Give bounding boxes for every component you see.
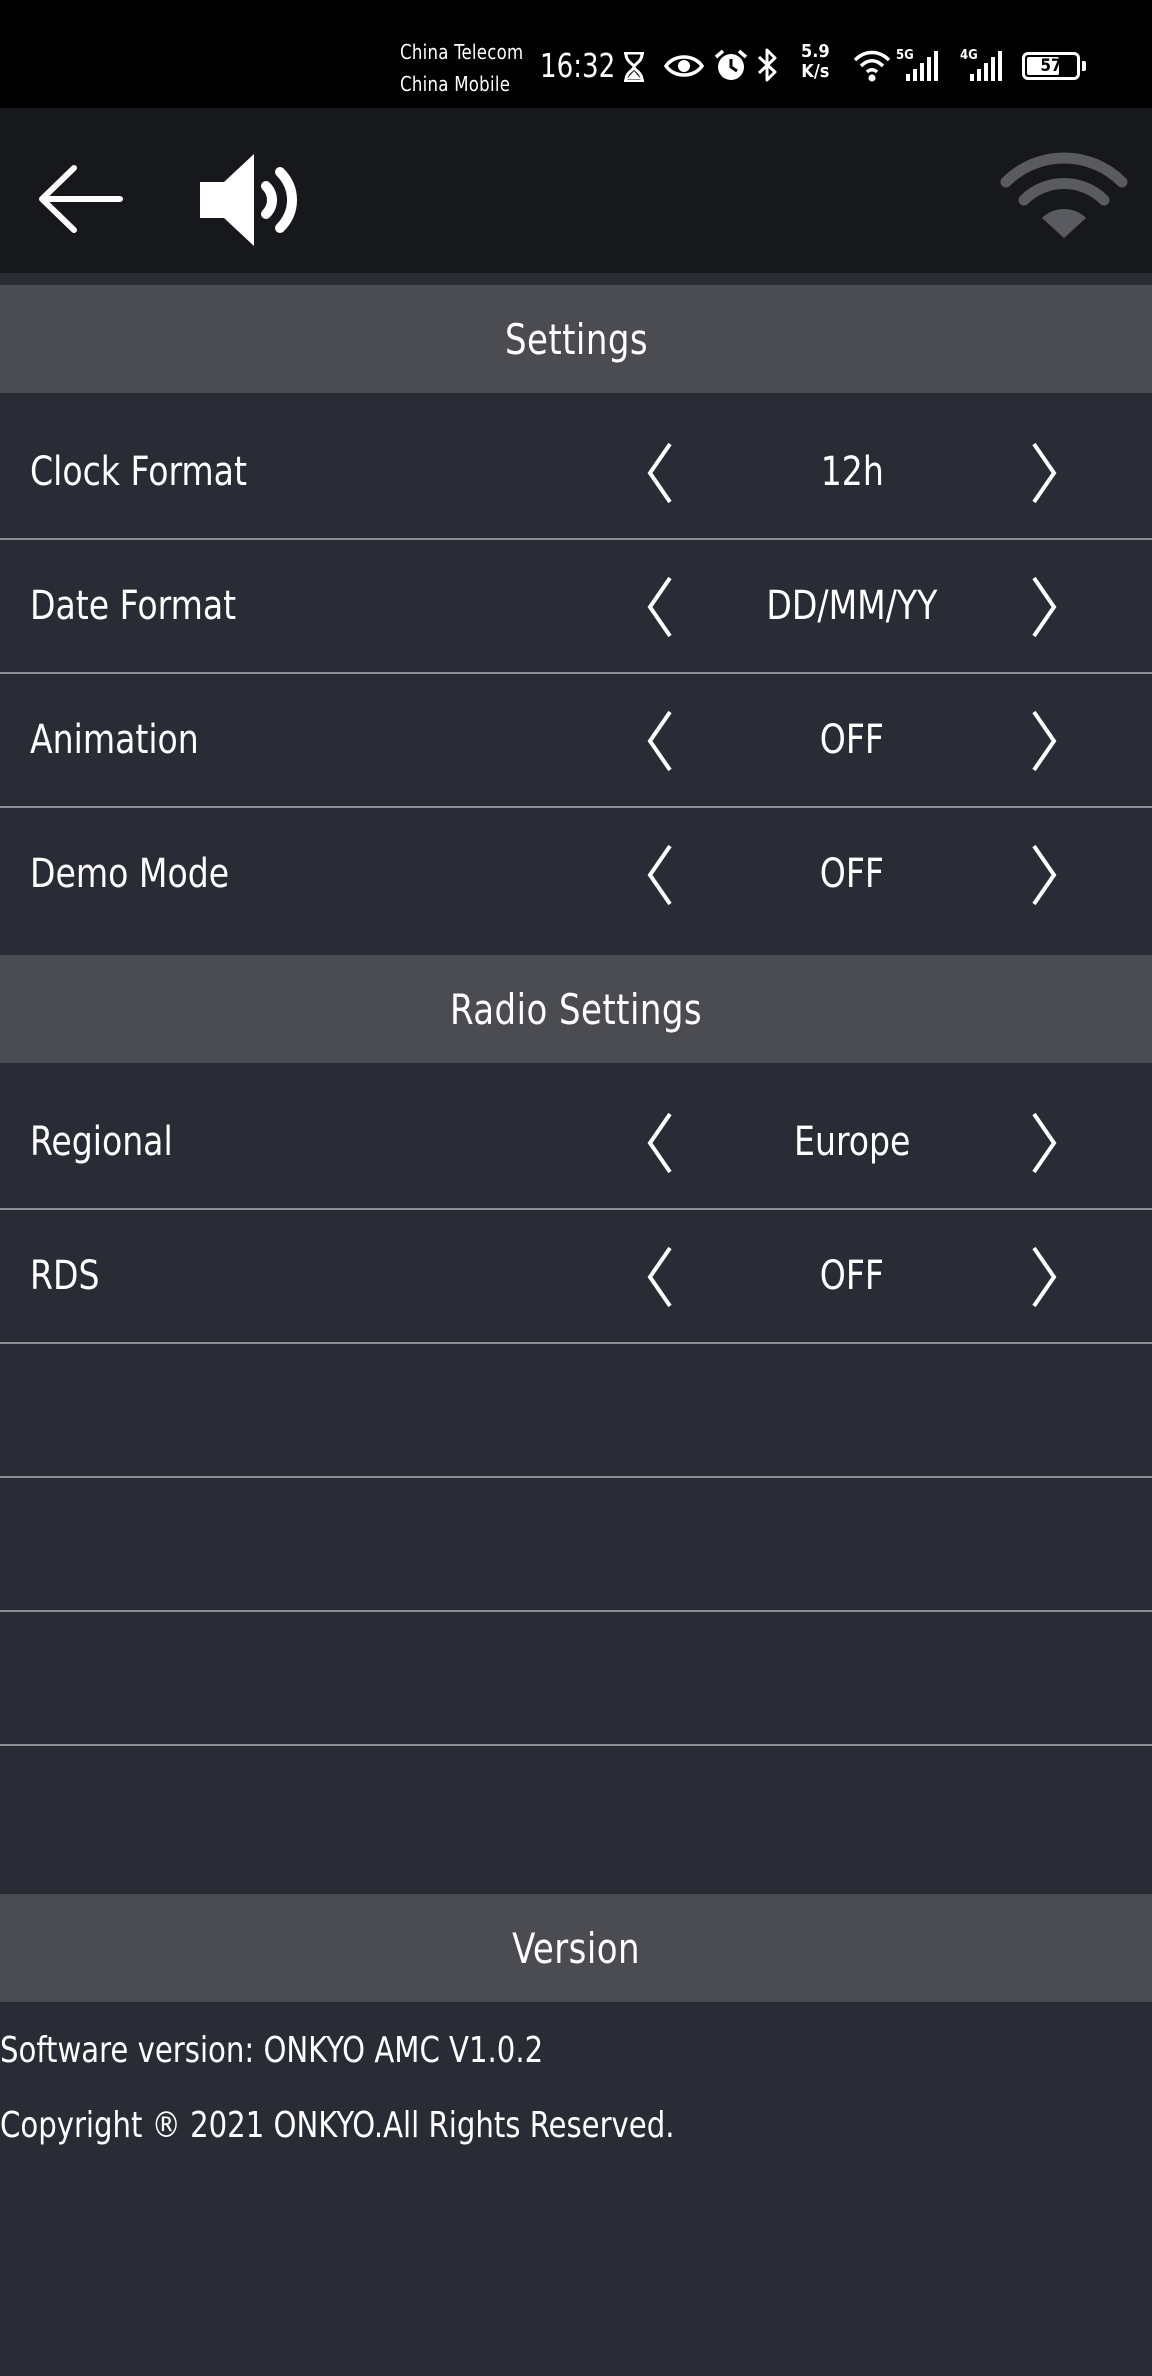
- setting-row-demo-mode: Demo Mode OFF: [0, 808, 1152, 955]
- setting-label: Demo Mode: [30, 851, 230, 897]
- empty-row: [0, 1478, 1152, 1612]
- chevron-right-icon[interactable]: [1024, 844, 1064, 906]
- section-title: Radio Settings: [449, 984, 703, 1034]
- cell-signal-icon: [906, 51, 938, 81]
- speaker-button[interactable]: [190, 150, 308, 250]
- net-speed: 5.9 K/s: [801, 42, 830, 82]
- wifi-signal-icon: [1000, 152, 1128, 238]
- section-title: Version: [512, 1923, 640, 1973]
- back-arrow-icon: [39, 165, 123, 233]
- net-speed-value: 5.9: [801, 41, 830, 62]
- copyright-text: Copyright ® 2021 ONKYO.All Rights Reserv…: [0, 2105, 675, 2146]
- chevron-left-icon[interactable]: [640, 710, 680, 772]
- chevron-right-icon[interactable]: [1024, 1246, 1064, 1308]
- empty-row: [0, 1344, 1152, 1478]
- chevron-right-icon[interactable]: [1024, 576, 1064, 638]
- battery-icon: 57: [1022, 52, 1086, 80]
- chevron-left-icon[interactable]: [640, 1112, 680, 1174]
- section-header-radio-settings: Radio Settings: [0, 955, 1152, 1063]
- chevron-left-icon[interactable]: [640, 576, 680, 638]
- carrier-names: China Telecom China Mobile: [400, 36, 524, 100]
- setting-row-date-format: Date Format DD/MM/YY: [0, 540, 1152, 674]
- setting-value: Europe: [793, 1119, 911, 1165]
- status-time: 16:32: [540, 46, 616, 85]
- alarm-icon: [714, 49, 748, 80]
- section-title: Settings: [504, 314, 648, 364]
- carrier-1: China Telecom: [400, 40, 524, 64]
- status-bar: China Telecom China Mobile 16:32 5.9 K/s…: [0, 0, 1152, 108]
- setting-value: OFF: [819, 851, 885, 897]
- chevron-left-icon[interactable]: [640, 1246, 680, 1308]
- setting-row-rds: RDS OFF: [0, 1210, 1152, 1344]
- empty-row: [0, 1746, 1152, 1894]
- empty-row: [0, 1612, 1152, 1746]
- chevron-left-icon[interactable]: [640, 844, 680, 906]
- setting-row-animation: Animation OFF: [0, 674, 1152, 808]
- carrier-2: China Mobile: [400, 72, 511, 96]
- setting-label: Animation: [30, 717, 199, 763]
- spacer: [0, 273, 1152, 285]
- cell-signal-icon: [970, 51, 1002, 81]
- setting-label: Clock Format: [30, 449, 247, 495]
- setting-label: Date Format: [30, 583, 237, 629]
- battery-level: 57: [1040, 56, 1062, 76]
- chevron-right-icon[interactable]: [1024, 442, 1064, 504]
- eye-icon: [664, 55, 704, 77]
- setting-label: Regional: [30, 1119, 173, 1165]
- settings-screen: China Telecom China Mobile 16:32 5.9 K/s…: [0, 0, 1152, 2376]
- setting-row-regional: Regional Europe: [0, 1076, 1152, 1210]
- app-bar: [0, 108, 1152, 273]
- setting-label: RDS: [30, 1253, 100, 1299]
- bluetooth-icon: [757, 48, 777, 82]
- chevron-right-icon[interactable]: [1024, 710, 1064, 772]
- chevron-left-icon[interactable]: [640, 442, 680, 504]
- net-speed-unit: K/s: [801, 61, 830, 82]
- software-version-text: Software version: ONKYO AMC V1.0.2: [0, 2030, 544, 2071]
- wifi-status: [1000, 146, 1128, 246]
- speaker-volume-icon: [200, 154, 297, 246]
- setting-value: DD/MM/YY: [766, 583, 938, 629]
- chevron-right-icon[interactable]: [1024, 1112, 1064, 1174]
- setting-value: 12h: [820, 449, 884, 495]
- section-header-settings: Settings: [0, 285, 1152, 393]
- wifi-icon: [853, 50, 891, 82]
- back-button[interactable]: [36, 156, 126, 242]
- setting-value: OFF: [819, 717, 885, 763]
- section-header-version: Version: [0, 1894, 1152, 2002]
- setting-value: OFF: [819, 1253, 885, 1299]
- setting-row-clock-format: Clock Format 12h: [0, 406, 1152, 540]
- hourglass-icon: [624, 52, 644, 82]
